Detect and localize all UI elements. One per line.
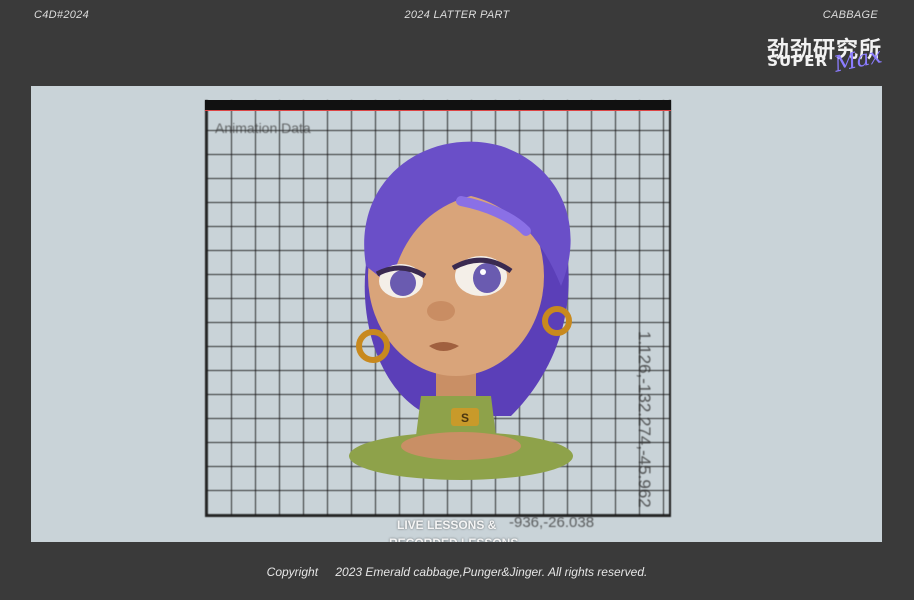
lessons-line-2: RECORDED LESSONS: [389, 534, 518, 542]
header-center-label: 2024 LATTER PART: [404, 9, 510, 21]
bottom-data-readout: -936,-26.038: [509, 514, 595, 531]
grid-title: Animation Data: [215, 120, 311, 136]
collar-badge-letter: S: [461, 411, 469, 425]
grid-top-bar: [205, 100, 671, 111]
lessons-caption: LIVE LESSONS & RECORDED LESSONS: [389, 516, 518, 542]
side-data-readout: 1.126,-132.274,-45.962: [635, 331, 654, 508]
brand-logo: 劲劲研究所 SUPER Max: [722, 32, 884, 78]
footer-copyright: Copyright 2023 Emerald cabbage,Punger&Ji…: [0, 565, 914, 579]
artwork-stage: Animation Data 1.126,-132.274,-45.962 -9…: [31, 86, 882, 542]
header-right-label: CABBAGE: [822, 9, 878, 21]
copyright-label: Copyright: [266, 565, 319, 579]
character-illustration: S: [349, 141, 573, 480]
logo-super-text: SUPER: [767, 52, 828, 70]
copyright-text: 2023 Emerald cabbage,Punger&Jinger. All …: [335, 565, 648, 579]
lessons-line-1: LIVE LESSONS &: [397, 518, 497, 532]
